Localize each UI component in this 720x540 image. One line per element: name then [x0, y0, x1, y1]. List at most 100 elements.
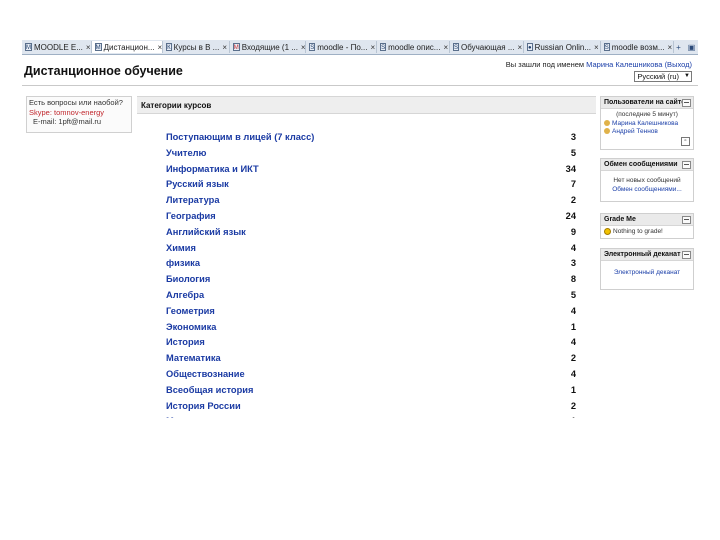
browser-tab[interactable]: ● Russian Onlin... × — [524, 41, 601, 53]
language-select[interactable]: Русский (ru) ▼ — [634, 71, 692, 82]
category-link[interactable]: Всеобщая история — [166, 385, 253, 395]
category-link[interactable]: Экономика — [166, 322, 216, 332]
logout-link[interactable]: (Выход) — [665, 60, 692, 69]
contact-skype: Skype: tomnov-energy — [29, 107, 105, 117]
site-title: Дистанционное обучение — [24, 64, 183, 78]
contact-question: Есть вопросы или наобой? — [29, 98, 123, 107]
browser-tab[interactable]: Smoodle - По... × — [306, 41, 378, 53]
category-link[interactable]: Учителю — [166, 148, 206, 158]
browser-tab[interactable]: M MOODLE E... × — [22, 41, 92, 53]
category-row: География 24 — [166, 210, 576, 226]
grade-me-block: Grade Me Nothing to grade! — [600, 213, 694, 239]
category-course-count: 34 — [565, 163, 576, 174]
messages-block: Обмен сообщениями Нет новых сообщений Об… — [600, 158, 694, 202]
browser-tab[interactable]: Smoodle возм... × — [601, 41, 674, 53]
page-icon: К — [166, 43, 172, 51]
close-tab-icon[interactable]: × — [668, 43, 673, 52]
browser-tab-bar: M MOODLE E... × M Дистанцион... × К Курсы в В… — [22, 40, 698, 55]
message-icon[interactable]: ▫ — [681, 137, 690, 146]
category-link[interactable]: Геометрия — [166, 306, 215, 316]
category-course-count: 9 — [570, 226, 576, 237]
user-icon — [604, 128, 610, 135]
category-row: Английский язык 9 — [166, 226, 576, 242]
category-row: Поступающим в лицей (7 класс) 3 — [166, 131, 576, 147]
collapse-button[interactable] — [682, 99, 691, 107]
category-course-count: 1 — [570, 384, 576, 395]
category-row: Обществознание 4 — [166, 368, 576, 384]
dean-link[interactable]: Электронный деканат — [604, 269, 690, 278]
block-title: Пользователи на сайте — [601, 97, 693, 109]
category-link[interactable]: История России — [166, 401, 241, 411]
close-tab-icon[interactable]: × — [301, 43, 305, 52]
category-link[interactable]: Литература — [166, 195, 220, 205]
browser-tab[interactable]: К Курсы в В ... × — [163, 41, 230, 53]
category-link[interactable]: Английский язык — [166, 227, 246, 237]
dean-block: Электронный деканат Электронный деканат — [600, 248, 694, 290]
close-tab-icon[interactable]: × — [370, 43, 375, 52]
close-tab-icon[interactable]: × — [158, 43, 163, 52]
category-course-count: 4 — [570, 337, 576, 348]
category-row: Биология 8 — [166, 273, 576, 289]
category-row: Экономика 1 — [166, 321, 576, 337]
browser-tab-active[interactable]: M Дистанцион... × — [91, 41, 164, 53]
category-link[interactable]: физика — [166, 258, 200, 268]
category-row: Алгебра 5 — [166, 289, 576, 305]
block-title: Обмен сообщениями — [601, 159, 693, 171]
category-course-count: 1 — [546, 416, 576, 418]
messages-link[interactable]: Обмен сообщениями... — [604, 186, 690, 195]
category-course-count: 4 — [570, 305, 576, 316]
category-link[interactable]: Обществознание — [166, 369, 245, 379]
categories-header: Категории курсов — [137, 96, 596, 114]
close-tab-icon[interactable]: × — [518, 43, 523, 52]
category-course-count: 1 — [570, 321, 576, 332]
category-course-count: 2 — [570, 400, 576, 411]
category-link[interactable]: Биология — [166, 274, 210, 284]
bookmark-icon[interactable]: ▣ — [687, 43, 696, 52]
category-link[interactable]: География — [166, 211, 216, 221]
category-row: М... 1 — [166, 415, 576, 418]
moodle-s-icon: S — [380, 43, 387, 51]
contact-email: E-mail: 1pft@mail.ru — [33, 117, 102, 126]
category-link[interactable]: Химия — [166, 243, 196, 253]
category-course-count: 4 — [570, 368, 576, 379]
mail-m-icon: M — [232, 43, 240, 51]
browser-tab[interactable]: S Обучающая ... × — [450, 41, 524, 53]
tab-tools: + ▣ — [674, 43, 698, 52]
contact-block: Есть вопросы или наобой? Skype: tomnov-e… — [26, 96, 132, 133]
close-tab-icon[interactable]: × — [86, 43, 91, 52]
category-row: Математика 2 — [166, 352, 576, 368]
collapse-button[interactable] — [682, 161, 691, 169]
collapse-button[interactable] — [682, 251, 691, 259]
category-course-count: 2 — [570, 195, 576, 206]
category-course-count: 3 — [570, 258, 576, 269]
browser-tab[interactable]: M Входящие (1 ... × — [230, 41, 307, 53]
chevron-down-icon: ▼ — [684, 73, 690, 79]
user-profile-link[interactable]: Марина Калешникова — [586, 60, 662, 69]
category-row: История России 2 — [166, 400, 576, 416]
category-link[interactable]: Русский язык — [166, 179, 229, 189]
online-user[interactable]: Марина Калешникова — [604, 120, 690, 129]
close-tab-icon[interactable]: × — [222, 43, 227, 52]
category-link[interactable]: Поступающим в лицей (7 класс) — [166, 132, 314, 142]
category-link[interactable]: М... — [166, 416, 182, 418]
new-tab-icon[interactable]: + — [674, 43, 683, 52]
category-course-count: 7 — [570, 179, 576, 190]
online-user[interactable]: Андрей Теннов — [604, 128, 690, 137]
category-link[interactable]: Алгебра — [166, 290, 204, 300]
category-course-count: 3 — [570, 132, 576, 142]
close-tab-icon[interactable]: × — [594, 43, 599, 52]
category-link[interactable]: Математика — [166, 353, 221, 363]
category-row: Литература 2 — [166, 194, 576, 210]
close-tab-icon[interactable]: × — [443, 43, 448, 52]
browser-tab[interactable]: Smoodle опис... × — [377, 41, 450, 53]
category-link[interactable]: Информатика и ИКТ — [166, 164, 259, 174]
smiley-icon — [604, 228, 611, 235]
collapse-button[interactable] — [682, 216, 691, 224]
user-icon — [604, 119, 610, 126]
block-title: Grade Me — [601, 214, 693, 226]
category-course-count: 24 — [565, 210, 576, 221]
moodle-m-icon: M — [25, 43, 32, 51]
category-link[interactable]: История — [166, 337, 205, 347]
category-course-count: 2 — [570, 353, 576, 364]
category-row: Русский язык 7 — [166, 178, 576, 194]
